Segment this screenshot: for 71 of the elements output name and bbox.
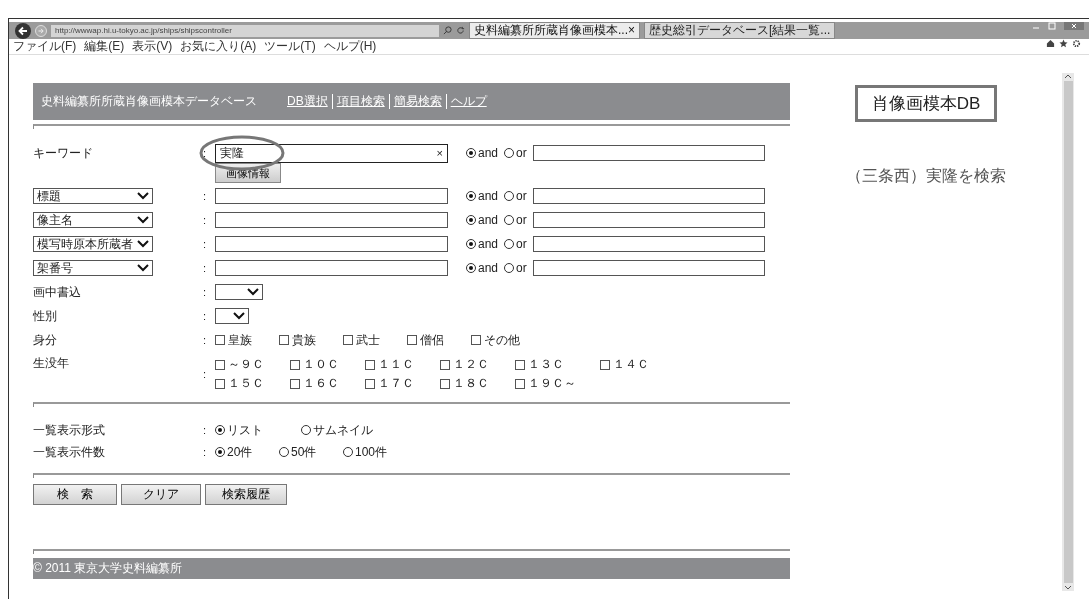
field-select[interactable]: 標題 (33, 188, 153, 204)
radio-option[interactable]: and (466, 146, 499, 160)
colon: : (203, 334, 208, 346)
menu-item[interactable]: お気に入り(A) (180, 39, 257, 54)
clear-button[interactable]: × (436, 147, 443, 159)
colon: : (203, 147, 208, 159)
field-label: 画中書込 (33, 283, 82, 301)
checkbox-option[interactable]: その他 (471, 331, 535, 349)
radio-option[interactable]: and (466, 261, 499, 275)
radio-option[interactable]: or (504, 261, 527, 275)
checkbox-option[interactable]: 貴族 (279, 331, 343, 349)
menu-item[interactable]: 編集(E) (84, 39, 125, 54)
colon: : (203, 286, 208, 298)
keyword-field[interactable]: 実隆 × (215, 143, 448, 163)
checkbox-option[interactable]: １５Ｃ (215, 375, 290, 392)
checkbox-option[interactable]: 皇族 (215, 331, 279, 349)
form-button[interactable]: 検索履歴 (205, 484, 287, 505)
radio-option[interactable]: or (504, 189, 527, 203)
radio-option[interactable]: or (504, 213, 527, 227)
checkbox-option[interactable]: １８Ｃ (440, 375, 515, 392)
colon: : (203, 446, 208, 458)
checkbox-option[interactable]: ～９Ｃ (215, 356, 290, 373)
colon: : (203, 214, 208, 226)
checkbox-option[interactable]: 僧侶 (407, 331, 471, 349)
browser-tab[interactable]: 歴史総引データベース[結果一覧... (644, 22, 836, 39)
field-label: キーワード (33, 144, 94, 162)
callout-note: （三条西）実隆を検索 (846, 166, 1006, 186)
radio-option[interactable]: リスト (215, 421, 295, 439)
menu-item[interactable]: ヘルプ(H) (323, 39, 377, 54)
field-select[interactable]: 像主名 (33, 212, 153, 228)
radio-option[interactable]: 100件 (343, 443, 401, 461)
field-label: 一覧表示形式 (33, 421, 106, 439)
field-label: 一覧表示件数 (33, 443, 106, 461)
address-bar[interactable]: http://wwwap.hi.u-tokyo.ac.jp/ships/shipscontroller (51, 24, 439, 37)
form-button[interactable]: クリア (121, 484, 201, 505)
radio-option[interactable]: or (504, 146, 527, 160)
colon: : (203, 262, 208, 274)
colon: : (203, 190, 208, 202)
colon: : (203, 310, 208, 322)
copyright-text: © 2011 東京大学史料編纂所 (33, 560, 183, 577)
field-label: 性別 (33, 307, 58, 325)
field-select[interactable]: 模写時原本所蔵者 (33, 236, 153, 252)
field-label: 身分 (33, 331, 58, 349)
colon: : (203, 238, 208, 250)
radio-option[interactable]: or (504, 237, 527, 251)
menu-item[interactable]: 表示(V) (132, 39, 173, 54)
checkbox-option[interactable]: １９Ｃ～ (515, 375, 590, 392)
site-title: 史料編纂所所蔵肖像画模本データベース (41, 93, 257, 110)
checkbox-option[interactable]: １６Ｃ (290, 375, 365, 392)
radio-option[interactable]: and (466, 237, 499, 251)
checkbox-option[interactable]: １１Ｃ (365, 356, 440, 373)
radio-option[interactable]: and (466, 189, 499, 203)
colon: : (203, 424, 208, 436)
checkbox-option[interactable]: １７Ｃ (365, 375, 440, 392)
checkbox-option[interactable]: １４Ｃ (600, 356, 675, 373)
radio-option[interactable]: and (466, 213, 499, 227)
form-button[interactable]: 検 索 (33, 484, 117, 505)
browser-tab[interactable]: 史料編纂所所蔵肖像画模本...× (469, 22, 641, 39)
checkbox-option[interactable]: 武士 (343, 331, 407, 349)
radio-option[interactable]: サムネイル (301, 421, 381, 439)
checkbox-option[interactable]: １０Ｃ (290, 356, 365, 373)
colon: : (203, 368, 208, 380)
radio-option[interactable]: 20件 (215, 443, 273, 461)
radio-option[interactable]: 50件 (279, 443, 337, 461)
field-label: 生没年 (33, 355, 70, 372)
checkbox-option[interactable]: １３Ｃ (515, 356, 590, 373)
checkbox-option[interactable]: １２Ｃ (440, 356, 515, 373)
menu-item[interactable]: ファイル(F) (13, 39, 77, 54)
menu-item[interactable]: ツール(T) (264, 39, 316, 54)
field-select[interactable]: 架番号 (33, 260, 153, 276)
callout-label: 肖像画模本DB (854, 85, 998, 122)
